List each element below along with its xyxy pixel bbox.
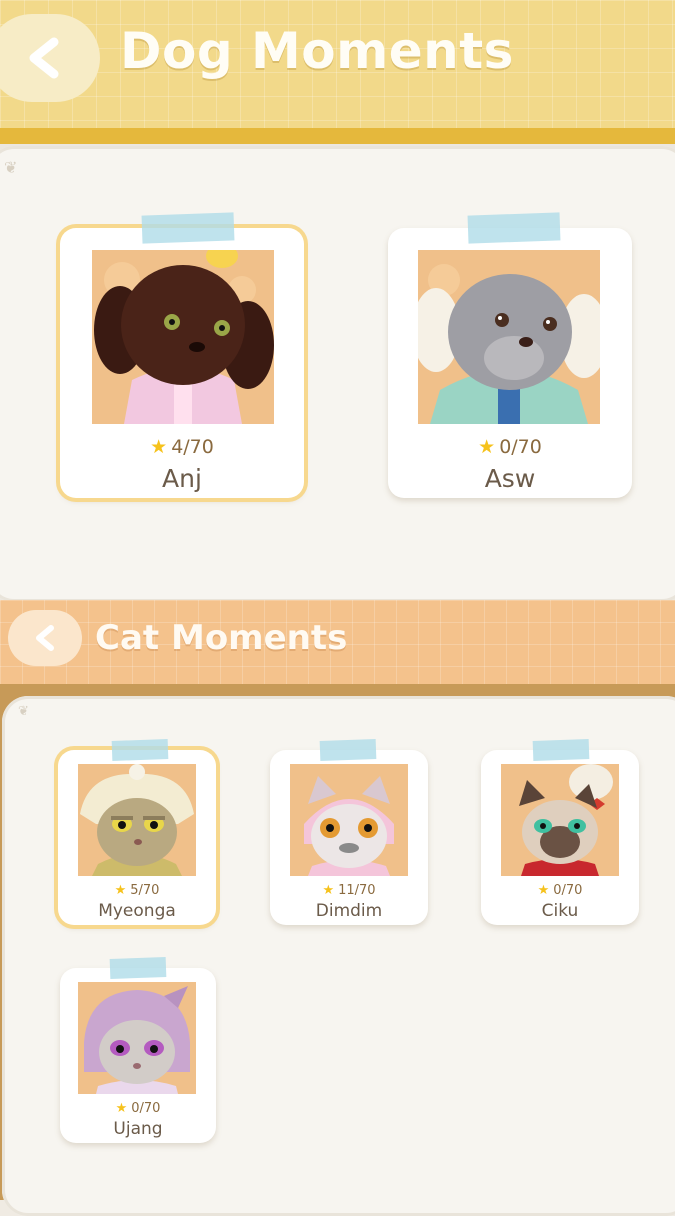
progress-count: 0/70 xyxy=(553,883,583,898)
pet-name: Asw xyxy=(484,464,536,493)
dog-face-icon xyxy=(418,250,600,424)
cat-card-ciku[interactable]: ★ 0/70 Ciku xyxy=(481,739,639,925)
tape-strip xyxy=(111,739,169,761)
chevron-left-icon xyxy=(36,625,54,651)
cat-card-myeonga[interactable]: ★ 5/70 Myeonga xyxy=(58,739,216,925)
tape-strip xyxy=(141,212,235,244)
tape-strip xyxy=(319,739,377,761)
cat-face-icon xyxy=(290,764,408,876)
moment-progress: ★ 4/70 xyxy=(60,436,304,458)
progress-count: 0/70 xyxy=(131,1101,161,1116)
tape-strip xyxy=(109,957,167,979)
dog-face-icon xyxy=(92,250,274,424)
progress-count: 4/70 xyxy=(171,436,214,458)
progress-count: 5/70 xyxy=(130,883,160,898)
dog-moments-title: Dog Moments xyxy=(120,22,514,80)
cat-face-icon xyxy=(501,764,619,876)
tape-strip xyxy=(467,212,561,244)
moment-progress: ★ 5/70 xyxy=(58,883,216,898)
leaf-sprig-icon: ❦ xyxy=(18,704,29,719)
cat-portrait-dimdim xyxy=(290,764,408,876)
cat-moments-title: Cat Moments xyxy=(95,618,348,658)
star-icon: ★ xyxy=(537,883,550,898)
star-icon: ★ xyxy=(478,436,496,458)
leaf-sprig-icon: ❦ xyxy=(4,158,18,177)
cat-portrait-ciku xyxy=(501,764,619,876)
moment-progress: ★ 11/70 xyxy=(270,883,428,898)
star-icon: ★ xyxy=(322,883,335,898)
tape-strip xyxy=(532,739,590,761)
dog-portrait-anj xyxy=(92,250,274,424)
header-divider xyxy=(0,128,675,144)
cat-portrait-ujang xyxy=(78,982,196,1094)
cat-face-icon xyxy=(78,982,196,1094)
moment-progress: ★ 0/70 xyxy=(60,1101,216,1116)
pet-name: Anj xyxy=(162,464,202,493)
star-icon: ★ xyxy=(114,883,127,898)
moment-progress: ★ 0/70 xyxy=(388,436,632,458)
pet-name: Ciku xyxy=(541,901,579,921)
dog-back-button[interactable] xyxy=(0,14,100,102)
progress-count: 11/70 xyxy=(338,883,376,898)
moment-progress: ★ 0/70 xyxy=(481,883,639,898)
pet-name: Dimdim xyxy=(315,901,383,921)
cat-face-icon xyxy=(78,764,196,876)
dog-card-asw[interactable]: ★ 0/70 Asw xyxy=(388,212,632,498)
pet-name: Ujang xyxy=(113,1119,163,1139)
dog-card-anj[interactable]: ★ 4/70 Anj xyxy=(60,212,304,498)
cat-card-dimdim[interactable]: ★ 11/70 Dimdim xyxy=(270,739,428,925)
star-icon: ★ xyxy=(150,436,168,458)
cat-back-button[interactable] xyxy=(8,610,82,666)
star-icon: ★ xyxy=(115,1101,128,1116)
chevron-left-icon xyxy=(29,37,59,79)
cat-portrait-myeonga xyxy=(78,764,196,876)
cat-card-ujang[interactable]: ★ 0/70 Ujang xyxy=(60,957,216,1143)
progress-count: 0/70 xyxy=(499,436,542,458)
pet-name: Myeonga xyxy=(98,901,176,921)
dog-portrait-asw xyxy=(418,250,600,424)
